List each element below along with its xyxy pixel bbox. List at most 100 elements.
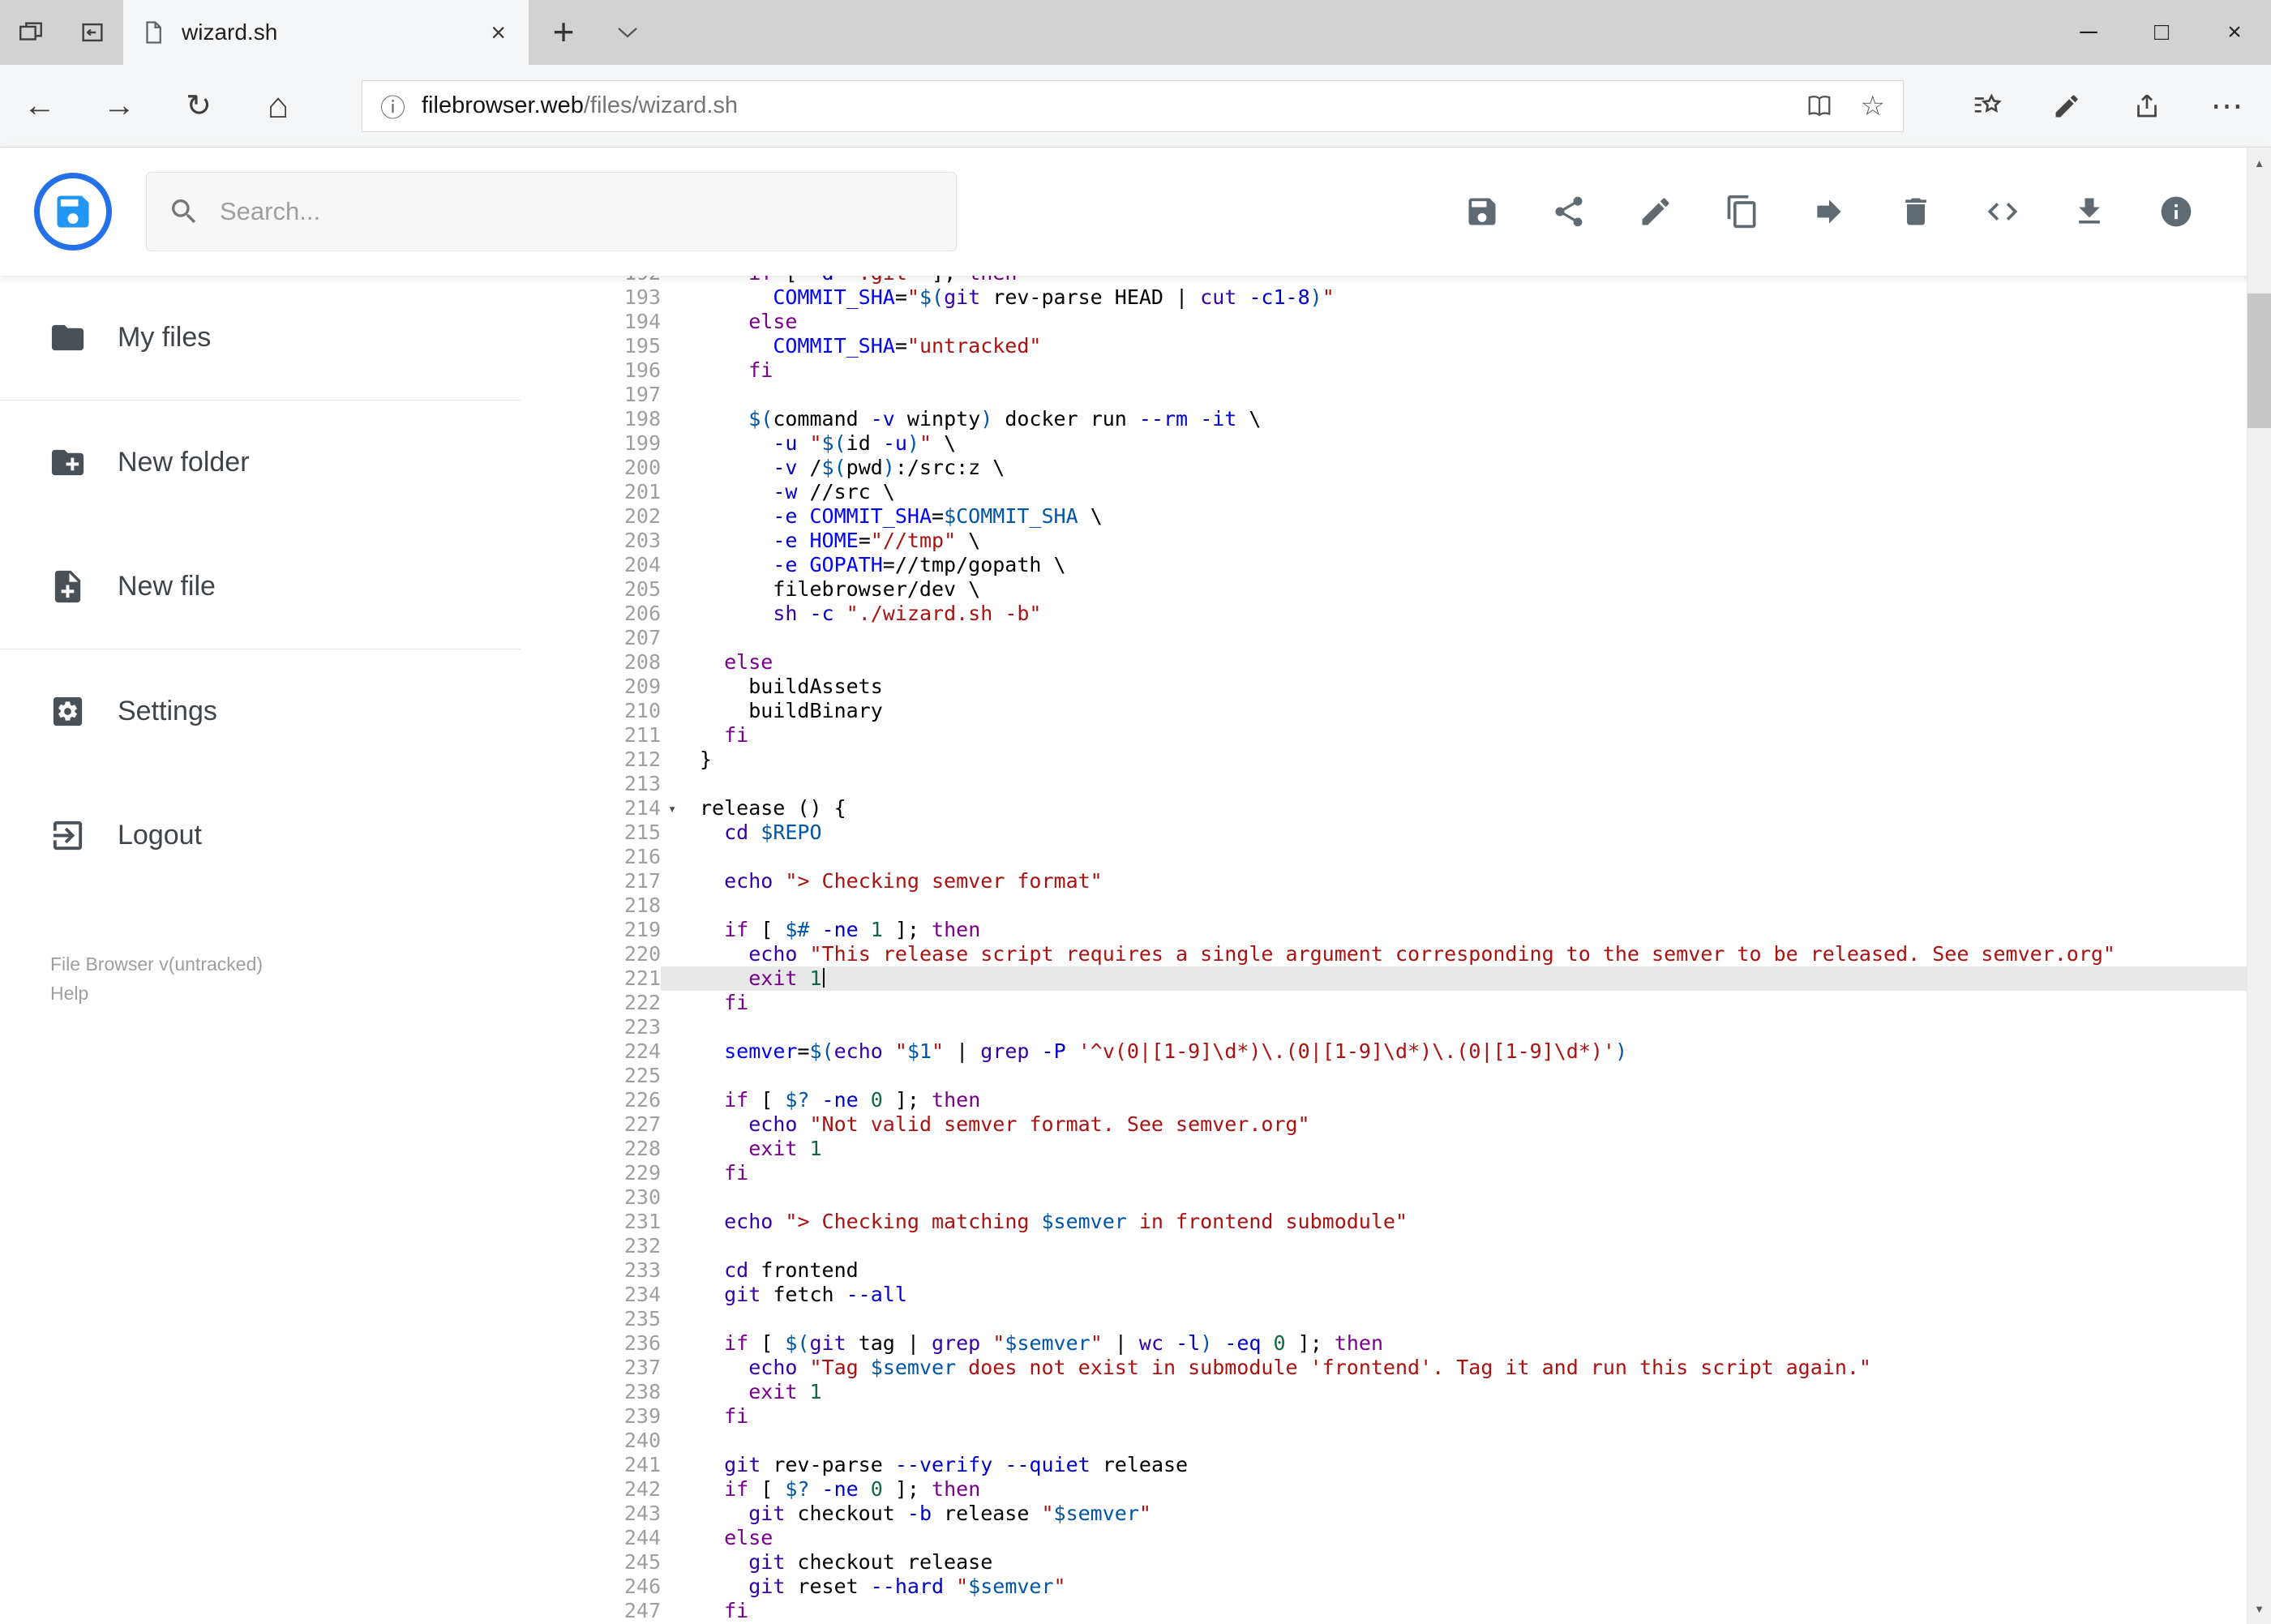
- more-options-icon[interactable]: ⋯: [2187, 88, 2267, 125]
- code-line[interactable]: 243 git checkout -b release "$semver": [535, 1502, 2247, 1526]
- code-line[interactable]: 238 exit 1: [535, 1380, 2247, 1404]
- scrollbar-thumb[interactable]: [2247, 294, 2271, 428]
- code-line[interactable]: 218: [535, 893, 2247, 918]
- sidebar-item-my-files[interactable]: My files: [0, 276, 535, 400]
- code-line[interactable]: 225: [535, 1064, 2247, 1088]
- code-line[interactable]: 216: [535, 845, 2247, 869]
- code-line[interactable]: 214 ▾ release () {: [535, 796, 2247, 821]
- delete-button[interactable]: [1872, 172, 1959, 251]
- code-line[interactable]: 221 exit 1: [535, 966, 2247, 991]
- help-link[interactable]: Help: [50, 979, 535, 1008]
- share-page-icon[interactable]: [2106, 88, 2187, 125]
- refresh-icon[interactable]: ↻: [159, 88, 238, 124]
- download-button[interactable]: [2046, 172, 2132, 251]
- code-line[interactable]: 239 fi: [535, 1404, 2247, 1429]
- page-scrollbar[interactable]: ▲ ▼: [2247, 148, 2271, 1624]
- code-line[interactable]: 200 -v /$(pwd):/src:z \: [535, 456, 2247, 480]
- code-line[interactable]: 240: [535, 1429, 2247, 1453]
- code-line[interactable]: 204 -e GOPATH=//tmp/gopath \: [535, 553, 2247, 577]
- new-tab-button[interactable]: +: [529, 0, 598, 65]
- code-line[interactable]: 237 echo "Tag $semver does not exist in …: [535, 1356, 2247, 1380]
- scroll-down-icon[interactable]: ▼: [2247, 1593, 2271, 1624]
- code-line[interactable]: 227 echo "Not valid semver format. See s…: [535, 1112, 2247, 1137]
- site-info-icon[interactable]: ⓘ: [380, 88, 405, 124]
- code-line[interactable]: 230: [535, 1185, 2247, 1210]
- code-line[interactable]: 233 cd frontend: [535, 1258, 2247, 1283]
- sidebar-item-settings[interactable]: Settings: [0, 649, 535, 773]
- search-bar[interactable]: [146, 172, 957, 251]
- sidebar-item-logout[interactable]: Logout: [0, 773, 535, 898]
- code-line[interactable]: 208 else: [535, 650, 2247, 675]
- code-line[interactable]: 210 buildBinary: [535, 699, 2247, 723]
- code-line[interactable]: 244 else: [535, 1526, 2247, 1550]
- code-line[interactable]: 232: [535, 1234, 2247, 1258]
- code-line[interactable]: 242 if [ $? -ne 0 ]; then: [535, 1477, 2247, 1502]
- code-line[interactable]: 205 filebrowser/dev \: [535, 577, 2247, 602]
- code-editor[interactable]: 192 if [ -d ".git" ]; then193 COMMIT_SHA…: [535, 276, 2247, 1624]
- url-bar[interactable]: ⓘ filebrowser.web/files/wizard.sh ☆: [362, 79, 1904, 132]
- code-line[interactable]: 215 cd $REPO: [535, 821, 2247, 845]
- code-line[interactable]: 246 git reset --hard "$semver": [535, 1575, 2247, 1599]
- browser-tab[interactable]: wizard.sh ×: [123, 0, 529, 65]
- code-line[interactable]: 193 COMMIT_SHA="$(git rev-parse HEAD | c…: [535, 285, 2247, 310]
- code-line[interactable]: 231 echo "> Checking matching $semver in…: [535, 1210, 2247, 1234]
- code-line[interactable]: 212}: [535, 748, 2247, 772]
- favorite-star-icon[interactable]: ☆: [1861, 90, 1885, 122]
- fold-marker-icon[interactable]: ▾: [668, 797, 676, 821]
- code-line[interactable]: 224 semver=$(echo "$1" | grep -P '^v(0|[…: [535, 1039, 2247, 1064]
- code-line[interactable]: 223: [535, 1015, 2247, 1039]
- share-button[interactable]: [1525, 172, 1612, 251]
- minimize-button[interactable]: ─: [2052, 0, 2125, 65]
- code-line[interactable]: 247 fi: [535, 1599, 2247, 1623]
- code-line[interactable]: 209 buildAssets: [535, 675, 2247, 699]
- scroll-up-icon[interactable]: ▲: [2247, 148, 2271, 178]
- code-line[interactable]: 217 echo "> Checking semver format": [535, 869, 2247, 893]
- move-button[interactable]: [1785, 172, 1872, 251]
- info-button[interactable]: [2132, 172, 2219, 251]
- save-button[interactable]: [1438, 172, 1525, 251]
- search-input[interactable]: [218, 196, 935, 227]
- sidebar-item-new-file[interactable]: New file: [0, 525, 535, 649]
- web-note-pen-icon[interactable]: [2026, 88, 2106, 125]
- hub-favorites-icon[interactable]: [1946, 88, 2026, 125]
- code-line[interactable]: 199 -u "$(id -u)" \: [535, 431, 2247, 456]
- code-line[interactable]: 202 -e COMMIT_SHA=$COMMIT_SHA \: [535, 504, 2247, 529]
- code-line[interactable]: 206 sh -c "./wizard.sh -b": [535, 602, 2247, 626]
- code-line[interactable]: 226 if [ $? -ne 0 ]; then: [535, 1088, 2247, 1112]
- tab-preview-chevron-icon[interactable]: [598, 0, 657, 65]
- close-button[interactable]: ×: [2198, 0, 2271, 65]
- code-line[interactable]: 222 fi: [535, 991, 2247, 1015]
- tabs-set-aside-icon[interactable]: [0, 0, 62, 65]
- code-line[interactable]: 229 fi: [535, 1161, 2247, 1185]
- code-line[interactable]: 213: [535, 772, 2247, 796]
- restore-tabs-icon[interactable]: [62, 0, 123, 65]
- reading-view-icon[interactable]: [1806, 94, 1833, 118]
- maximize-button[interactable]: □: [2125, 0, 2198, 65]
- code-line[interactable]: 220 echo "This release script requires a…: [535, 942, 2247, 966]
- code-line[interactable]: 219 if [ $# -ne 1 ]; then: [535, 918, 2247, 942]
- rename-button[interactable]: [1612, 172, 1699, 251]
- code-line[interactable]: 201 -w //src \: [535, 480, 2247, 504]
- forward-icon[interactable]: →: [79, 88, 159, 124]
- code-line[interactable]: 228 exit 1: [535, 1137, 2247, 1161]
- home-icon[interactable]: ⌂: [238, 86, 318, 126]
- code-line[interactable]: 192 if [ -d ".git" ]; then: [535, 276, 2247, 285]
- code-line[interactable]: 241 git rev-parse --verify --quiet relea…: [535, 1453, 2247, 1477]
- code-line[interactable]: 195 COMMIT_SHA="untracked": [535, 334, 2247, 358]
- filebrowser-logo-icon[interactable]: [34, 173, 112, 251]
- code-line[interactable]: 194 else: [535, 310, 2247, 334]
- code-line[interactable]: 245 git checkout release: [535, 1550, 2247, 1575]
- code-line[interactable]: 234 git fetch --all: [535, 1283, 2247, 1307]
- code-line[interactable]: 198 $(command -v winpty) docker run --rm…: [535, 407, 2247, 431]
- code-line[interactable]: 196 fi: [535, 358, 2247, 383]
- code-line[interactable]: 236 if [ $(git tag | grep "$semver" | wc…: [535, 1331, 2247, 1356]
- code-line[interactable]: 235: [535, 1307, 2247, 1331]
- raw-code-button[interactable]: [1959, 172, 2046, 251]
- sidebar-item-new-folder[interactable]: New folder: [0, 401, 535, 525]
- back-icon[interactable]: ←: [0, 88, 79, 124]
- code-line[interactable]: 197: [535, 383, 2247, 407]
- tab-close-icon[interactable]: ×: [486, 18, 511, 48]
- code-line[interactable]: 203 -e HOME="//tmp" \: [535, 529, 2247, 553]
- code-line[interactable]: 211 fi: [535, 723, 2247, 748]
- code-line[interactable]: 207: [535, 626, 2247, 650]
